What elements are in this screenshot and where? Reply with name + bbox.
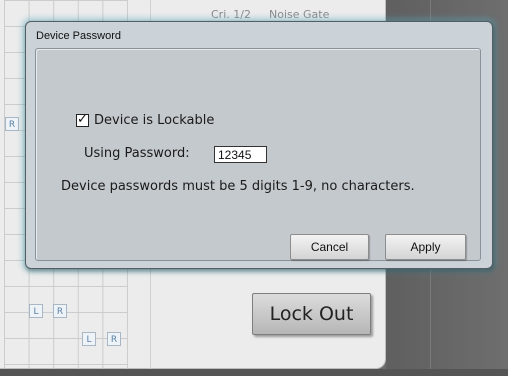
password-input[interactable] xyxy=(214,146,267,163)
bottom-bar xyxy=(0,369,508,376)
cancel-button[interactable]: Cancel xyxy=(290,234,369,260)
dialog-content: ✓ Device is Lockable Using Password: Dev… xyxy=(35,48,481,261)
r-button[interactable]: R xyxy=(53,304,67,318)
lockable-checkbox[interactable]: ✓ xyxy=(76,113,89,127)
r-button[interactable]: R xyxy=(5,117,19,131)
l-button[interactable]: L xyxy=(29,304,43,318)
password-note: Device passwords must be 5 digits 1-9, n… xyxy=(61,179,415,194)
noise-gate-text: Noise Gate xyxy=(269,8,330,21)
password-label: Using Password: xyxy=(84,146,190,161)
lockable-label: Device is Lockable xyxy=(94,113,215,128)
r-button[interactable]: R xyxy=(107,332,121,346)
device-password-dialog: Device Password ✓ Device is Lockable Usi… xyxy=(25,21,493,269)
dialog-title: Device Password xyxy=(36,30,121,42)
apply-button[interactable]: Apply xyxy=(385,234,466,260)
channel-text: Cri. 1/2 xyxy=(211,8,251,21)
lock-out-button[interactable]: Lock Out xyxy=(252,293,371,335)
l-button[interactable]: L xyxy=(82,332,96,346)
